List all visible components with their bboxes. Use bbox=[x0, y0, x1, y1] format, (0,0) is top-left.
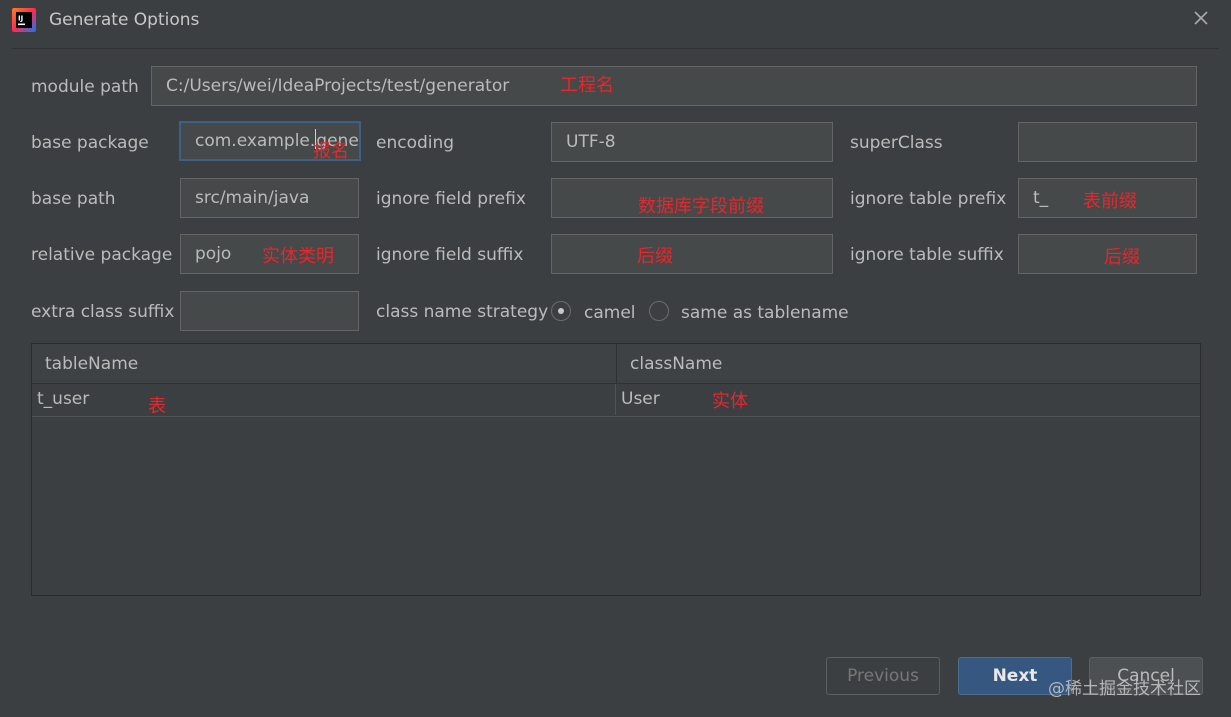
window-title: Generate Options bbox=[49, 10, 200, 30]
cell-classname[interactable]: User bbox=[615, 384, 1200, 415]
encoding-input[interactable]: UTF-8 bbox=[551, 122, 833, 162]
base-package-annotation: 报名 bbox=[313, 141, 349, 162]
base-path-label: base path bbox=[31, 189, 116, 209]
ignore-field-suffix-input[interactable] bbox=[551, 234, 833, 274]
extra-class-suffix-input[interactable] bbox=[180, 291, 359, 331]
ignore-table-prefix-label: ignore table prefix bbox=[850, 189, 1007, 209]
class-name-strategy-label: class name strategy bbox=[376, 302, 549, 322]
encoding-label: encoding bbox=[376, 133, 455, 153]
module-path-annotation: 工程名 bbox=[560, 75, 614, 96]
ignore-table-suffix-annotation: 后缀 bbox=[1104, 247, 1140, 268]
module-path-value: C:/Users/wei/IdeaProjects/test/generator bbox=[166, 76, 510, 96]
superclass-input[interactable] bbox=[1018, 122, 1197, 162]
relative-package-annotation: 实体类明 bbox=[262, 246, 334, 267]
ignore-field-prefix-label: ignore field prefix bbox=[376, 189, 526, 209]
title-bar: IJ Generate Options bbox=[0, 0, 1231, 40]
module-path-label: module path bbox=[31, 77, 139, 97]
column-header-tablename[interactable]: tableName bbox=[32, 344, 617, 384]
superclass-label: superClass bbox=[850, 133, 943, 153]
column-header-classname[interactable]: className bbox=[617, 344, 1200, 384]
radio-camel-label[interactable]: camel bbox=[584, 302, 636, 324]
base-path-input[interactable]: src/main/java bbox=[180, 178, 359, 218]
ignore-field-prefix-annotation: 数据库字段前缀 bbox=[638, 196, 764, 217]
close-icon[interactable] bbox=[1190, 7, 1212, 29]
table-row[interactable]: t_user User bbox=[32, 384, 1200, 417]
watermark: @稀土掘金技术社区 bbox=[1048, 679, 1201, 699]
radio-same-as-tablename-label[interactable]: same as tablename bbox=[681, 302, 849, 324]
previous-button[interactable]: Previous bbox=[826, 657, 940, 695]
ignore-field-suffix-label: ignore field suffix bbox=[376, 245, 524, 265]
intellij-idea-icon: IJ bbox=[12, 8, 36, 32]
generate-options-dialog: IJ Generate Options module path C:/Users… bbox=[0, 0, 1231, 717]
relative-package-label: relative package bbox=[31, 245, 173, 265]
ignore-table-prefix-annotation: 表前缀 bbox=[1083, 191, 1137, 212]
module-path-input[interactable]: C:/Users/wei/IdeaProjects/test/generator bbox=[151, 66, 1197, 106]
class-name-annotation: 实体 bbox=[712, 391, 748, 412]
ignore-field-suffix-annotation: 后缀 bbox=[637, 246, 673, 267]
table-name-annotation: 表 bbox=[148, 396, 166, 417]
relative-package-value: pojo bbox=[195, 244, 232, 264]
ignore-table-suffix-label: ignore table suffix bbox=[850, 245, 1004, 265]
base-package-label: base package bbox=[31, 133, 149, 153]
table-mapping: tableName className t_user User 表 实体 bbox=[31, 343, 1201, 596]
column-header-classname-label: className bbox=[630, 354, 723, 374]
extra-class-suffix-label: extra class suffix bbox=[31, 302, 175, 322]
cell-tablename[interactable]: t_user bbox=[37, 384, 615, 415]
radio-same-as-tablename[interactable] bbox=[649, 301, 669, 321]
column-header-tablename-label: tableName bbox=[45, 354, 139, 374]
base-path-value: src/main/java bbox=[195, 188, 310, 208]
encoding-value: UTF-8 bbox=[566, 132, 616, 152]
base-package-value: com.example. bbox=[195, 131, 316, 151]
ignore-table-prefix-value: t_ bbox=[1033, 188, 1049, 208]
svg-text:IJ: IJ bbox=[18, 15, 23, 23]
radio-camel[interactable] bbox=[551, 301, 571, 321]
